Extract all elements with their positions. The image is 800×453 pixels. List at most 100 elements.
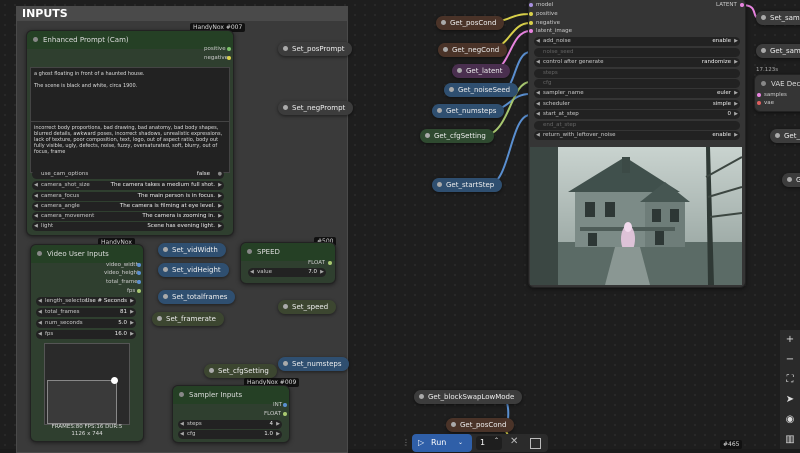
socket-dot[interactable]: [283, 412, 287, 416]
socket-dot[interactable]: [227, 56, 231, 60]
socket-dot[interactable]: [137, 271, 141, 275]
output-float[interactable]: FLOAT: [308, 260, 325, 266]
set-samp-node[interactable]: Set_samp: [756, 11, 800, 25]
output-total-frames[interactable]: total_frames: [106, 279, 141, 285]
output-int[interactable]: INT: [273, 402, 282, 408]
socket-dot[interactable]: [328, 261, 332, 265]
input-vae[interactable]: vae: [764, 100, 774, 106]
number-speed-value[interactable]: ◀ value 7.0 ▶: [248, 268, 326, 277]
socket-dot[interactable]: [227, 47, 231, 51]
chevron-down-icon[interactable]: ⌄: [458, 434, 463, 452]
combo-sampler-name[interactable]: ◀ sampler_name euler ▶: [534, 89, 740, 98]
combo-light[interactable]: ◀ light Scene has evening light. ▶: [32, 222, 224, 231]
input-model[interactable]: model: [536, 2, 553, 8]
output-negative[interactable]: negative: [204, 55, 228, 61]
combo-add-noise[interactable]: ◀ add_noise enable ▶: [534, 37, 740, 46]
canvas-controls: + − ⛶ ➤ ◉ ▥: [780, 330, 800, 449]
output-positive[interactable]: positive: [204, 46, 226, 52]
socket-dot[interactable]: [757, 93, 761, 97]
output-video-width[interactable]: video_width: [106, 262, 139, 268]
number-total-frames[interactable]: ◀ total_frames 81 ▶: [36, 308, 136, 317]
increment-icon[interactable]: ⌃: [494, 434, 499, 448]
get-poscond-node[interactable]: Get_posCond: [436, 16, 505, 30]
socket-dot[interactable]: [529, 12, 533, 16]
set-speed-node[interactable]: Set_speed: [278, 300, 337, 314]
output-fps[interactable]: fps: [127, 288, 135, 294]
set-vidwidth-node[interactable]: Set_vidWidth: [158, 243, 226, 257]
output-video-height[interactable]: video_height: [104, 270, 139, 276]
socket-dot[interactable]: [137, 280, 141, 284]
get-numsteps-node[interactable]: Get_numsteps: [432, 104, 505, 118]
zoom-in-icon[interactable]: +: [784, 334, 796, 346]
get-noiseseed-node[interactable]: Get_noiseSeed: [444, 83, 519, 97]
input-latent-image[interactable]: latent_image: [536, 28, 572, 34]
input-steps[interactable]: steps: [534, 69, 740, 78]
combo-scheduler[interactable]: ◀ scheduler simple ▶: [534, 100, 740, 109]
resolution-preview[interactable]: [44, 343, 130, 425]
set-totalframes-node[interactable]: Set_totalframes: [158, 290, 236, 304]
vae-timer: 17.123s: [756, 67, 779, 73]
get-va-node[interactable]: Get_va: [770, 129, 800, 143]
socket-dot[interactable]: [740, 3, 744, 7]
input-positive[interactable]: positive: [536, 11, 558, 17]
socket-dot[interactable]: [757, 101, 761, 105]
combo-camera-focus[interactable]: ◀ camera_focus The main person is in focus…: [32, 192, 224, 201]
input-negative[interactable]: negative: [536, 20, 560, 26]
get-blockswap-node[interactable]: Get_blockSwapLowMode: [414, 390, 523, 404]
output-latent[interactable]: LATENT: [716, 2, 737, 8]
get-sampl-node[interactable]: Get_sampl: [756, 44, 800, 58]
negative-textarea[interactable]: incorrect body proportions, bad drawing,…: [30, 121, 230, 173]
zoom-out-icon[interactable]: −: [784, 354, 796, 366]
input-cfg[interactable]: cfg: [534, 79, 740, 88]
play-icon: ▷: [418, 438, 425, 447]
fit-view-icon[interactable]: ⛶: [784, 374, 796, 386]
stop-icon[interactable]: [530, 438, 541, 449]
set-numsteps-node[interactable]: Set_numsteps: [278, 357, 350, 371]
get-startstep-node[interactable]: Get_startStep: [432, 178, 503, 192]
g-node[interactable]: G: [782, 173, 800, 187]
set-negprompt-node[interactable]: Set_negPrompt: [278, 101, 354, 115]
toggle-use-cam-options[interactable]: use_cam_options false ●: [32, 170, 224, 179]
combo-length-selector[interactable]: ◀ length_selector Use # Seconds ▶: [36, 297, 136, 306]
set-cfgsetting-node[interactable]: Set_cfgSetting: [204, 364, 277, 378]
socket-dot[interactable]: [137, 289, 141, 293]
group-title: INPUTS: [17, 7, 347, 21]
socket-dot[interactable]: [529, 29, 533, 33]
get-poscond-node-2[interactable]: Get_posCond: [446, 418, 515, 432]
set-vidheight-node[interactable]: Set_vidHeight: [158, 263, 229, 277]
prompt-textarea[interactable]: a ghost floating in front of a haunted h…: [30, 67, 230, 123]
input-samples[interactable]: samples: [764, 92, 787, 98]
combo-control-after-generate[interactable]: ◀ control after generate randomize ▶: [534, 58, 740, 67]
close-icon[interactable]: ✕: [510, 436, 518, 447]
output-float[interactable]: FLOAT: [264, 411, 281, 417]
get-cfgsetting-node[interactable]: Get_cfgSetting: [420, 129, 494, 143]
video-info: FRAMES:80 FPS:16 DUR:5: [51, 424, 123, 430]
set-framerate-node[interactable]: Set_framerate: [152, 312, 224, 326]
socket-dot[interactable]: [283, 403, 287, 407]
input-noise-seed[interactable]: noise_seed: [534, 48, 740, 57]
combo-camera-shot-size[interactable]: ◀ camera_shot_size The camera takes a medi…: [32, 181, 224, 190]
combo-camera-movement[interactable]: ◀ camera_movement The camera is zooming in…: [32, 212, 224, 221]
combo-return-with-leftover-noise[interactable]: ◀ return_with_leftover_noise enable ▶: [534, 131, 740, 140]
combo-camera-angle[interactable]: ◀ camera_angle The camera is filming at ey…: [32, 202, 224, 211]
socket-dot[interactable]: [529, 3, 533, 7]
eye-icon[interactable]: ◉: [784, 414, 796, 426]
get-latent-node[interactable]: Get_latent: [452, 64, 511, 78]
map-icon[interactable]: ▥: [784, 434, 796, 446]
socket-dot[interactable]: [137, 263, 141, 267]
node-title: Enhanced Prompt (Cam): [43, 36, 129, 44]
run-button[interactable]: ▷ Run ⌄: [412, 434, 472, 452]
batch-count-input[interactable]: 1 ⌃: [476, 436, 502, 450]
number-steps[interactable]: ◀ steps 4 ▶: [178, 420, 282, 429]
set-posprompt-node[interactable]: Set_posPrompt: [278, 42, 353, 56]
socket-dot[interactable]: [529, 21, 533, 25]
input-end-at-step[interactable]: end_at_step: [534, 121, 740, 130]
number-num-seconds[interactable]: ◀ num_seconds 5.0 ▶: [36, 319, 136, 328]
pointer-icon[interactable]: ➤: [784, 394, 796, 406]
number-start-at-step[interactable]: ◀ start_at_step 0 ▶: [534, 110, 740, 119]
number-fps[interactable]: ◀ fps 16.0 ▶: [36, 330, 136, 339]
get-negcond-node[interactable]: Get_negCond: [438, 43, 508, 57]
number-cfg[interactable]: ◀ cfg 1.0 ▶: [178, 430, 282, 439]
resize-handle[interactable]: [111, 377, 118, 384]
node-title: Video User Inputs: [47, 250, 109, 258]
